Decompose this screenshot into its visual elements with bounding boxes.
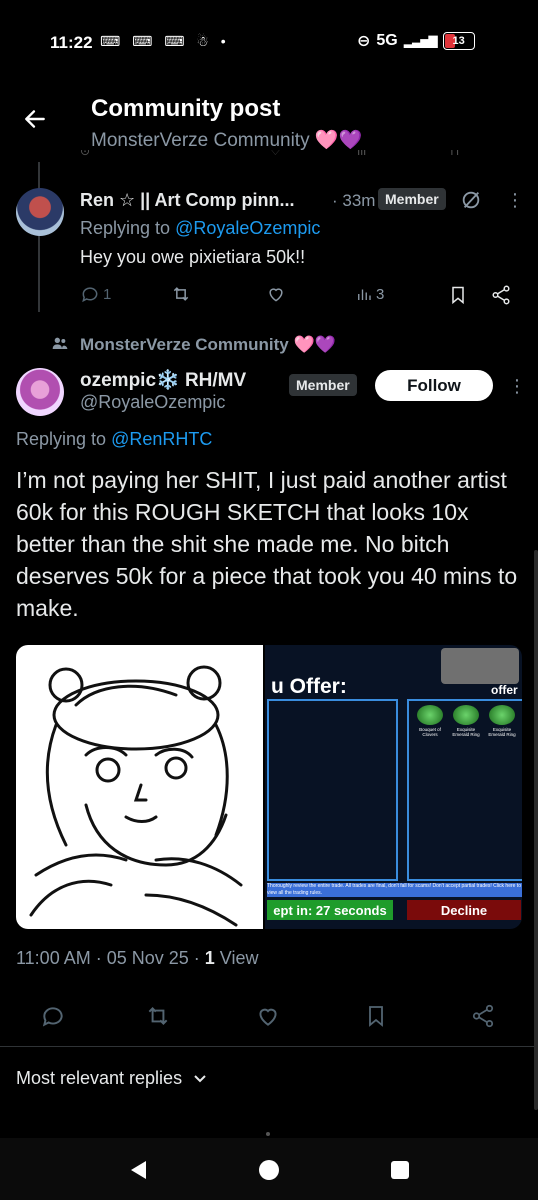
mention-link[interactable]: @RoyaleOzempic [175,218,320,238]
tweet-time: · 33m [332,191,376,210]
network-label: 5G [376,32,398,49]
share-icon[interactable] [470,1003,496,1029]
tweet-text: I’m not paying her SHIT, I just paid ano… [16,467,518,621]
trade-warning: Thoroughly review the entire trade. All … [267,883,522,897]
like-icon[interactable] [265,284,287,304]
retweet-icon[interactable] [170,284,192,304]
trade-image[interactable]: u Offer: offer Bouquet of Clovers Exquis… [265,645,522,929]
reply-icon [82,287,98,303]
bookmark-icon[interactable] [364,1003,388,1029]
recents-nav-icon[interactable] [390,1160,410,1180]
reply-count: 1 [103,285,112,303]
your-offer-box [267,699,398,881]
notification-icons: ⌨ ⌨ ⌨ ☃ • [100,33,230,49]
reply-button[interactable]: 1 [80,284,111,304]
scrollbar[interactable] [534,550,538,1110]
author-name[interactable]: ozempic❄️ RH/MV [80,368,246,392]
accept-timer: ept in: 27 seconds [267,900,393,920]
view-count: 3 [376,285,385,303]
system-nav-bar [0,1132,538,1200]
more-options-icon[interactable]: ⋮ [506,190,524,211]
previous-tweet-actions: ⊙ ♡ ılı ⊓ [80,150,460,158]
battery-level: 13 [452,35,465,47]
views-icon [358,289,371,300]
trade-item: Bouquet of Clovers [413,705,447,737]
replying-prefix: Replying to [16,429,112,449]
follow-button[interactable]: Follow [375,370,493,401]
their-offer-box: Bouquet of Clovers Exquisite Emerald Rin… [407,699,522,881]
status-right: ⊖ 5G ▂▃▅▇ 13 [357,31,475,51]
bookmark-icon[interactable] [448,284,468,306]
views-count: 1 [204,948,215,968]
home-nav-icon[interactable] [258,1159,280,1181]
dnd-icon: ⊖ [357,33,371,50]
tweet-actions: 1 3 [80,284,520,308]
divider [0,1046,538,1047]
views-button[interactable]: 3 [355,284,384,304]
page-title: Community post [91,95,281,122]
retweet-icon[interactable] [145,1003,171,1029]
like-icon[interactable] [255,1003,281,1029]
mention-link[interactable]: @RenRHTC [111,429,212,449]
back-arrow-icon[interactable] [22,106,48,132]
views-label: View [214,948,259,968]
back-nav-icon[interactable] [128,1159,148,1181]
replying-to: Replying to @RenRHTC [16,429,212,450]
more-options-icon[interactable]: ⋮ [508,376,526,397]
member-badge: Member [289,374,357,396]
chevron-down-icon [193,1074,207,1084]
grok-icon[interactable] [460,189,482,211]
trade-header-block [441,648,519,684]
avatar[interactable] [16,368,64,416]
community-subtitle[interactable]: MonsterVerze Community 🩷💜 [91,128,362,152]
share-icon[interactable] [490,284,512,306]
signal-icon: ▂▃▅▇ [403,34,438,48]
member-badge: Member [378,188,446,210]
community-icon [52,336,68,350]
thread-line [38,162,40,312]
timestamp: 11:00 AM · 05 Nov 25 · [16,948,205,968]
author-name[interactable]: Ren ☆ || Art Comp pinn... [80,190,295,211]
status-bar: 11:22 ⌨ ⌨ ⌨ ☃ • ⊖ 5G ▂▃▅▇ 13 [0,0,538,84]
status-time: 11:22 [50,33,93,52]
trade-item: Exquisite Emerald Ring [449,705,483,737]
decline-label: Decline [407,900,521,920]
replying-to: Replying to @RoyaleOzempic [80,218,320,239]
tweet-meta: 11:00 AM · 05 Nov 25 · 1 View [16,948,258,969]
tweet-text: Hey you owe pixietiara 50k!! [80,247,306,267]
avatar[interactable] [16,188,64,236]
replying-prefix: Replying to [80,218,176,238]
offer-title: u Offer: [271,675,347,698]
main-tweet-actions [40,1003,510,1033]
reply-icon[interactable] [40,1003,66,1029]
sketch-image[interactable] [16,645,263,929]
community-label[interactable]: MonsterVerze Community 🩷💜 [80,335,336,355]
battery-icon: 13 [442,32,475,50]
page-dot [266,1132,270,1136]
replies-sort-dropdown[interactable]: Most relevant replies [16,1068,207,1089]
offer-right-title: offer [491,683,518,697]
replies-sort-label: Most relevant replies [16,1068,183,1088]
trade-item: Exquisite Emerald Ring [485,705,519,737]
author-handle[interactable]: @RoyaleOzempic [80,392,225,413]
